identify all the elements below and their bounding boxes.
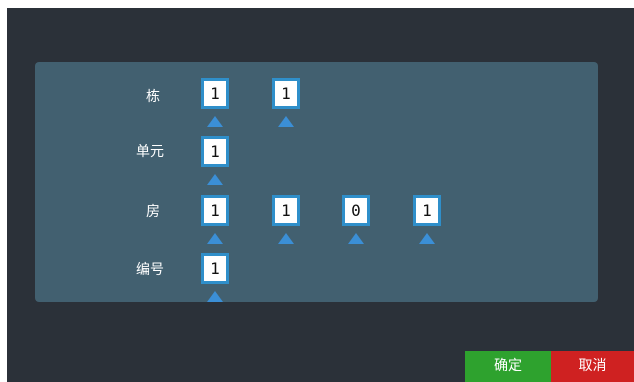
room-digit-3-increment-icon[interactable] — [348, 233, 364, 244]
building-digit-1[interactable]: 1 — [201, 78, 229, 109]
number-digit-1[interactable]: 1 — [201, 253, 229, 284]
building-digit-2[interactable]: 1 — [272, 78, 300, 109]
room-digit-3[interactable]: 0 — [342, 195, 370, 226]
building-label: 栋 — [146, 89, 160, 105]
building-digit-2-increment-icon[interactable] — [278, 116, 294, 127]
number-digit-1-increment-icon[interactable] — [207, 291, 223, 302]
unit-label: 单元 — [136, 144, 164, 160]
room-label: 房 — [146, 204, 160, 220]
building-digit-1-increment-icon[interactable] — [207, 116, 223, 127]
unit-digit-1[interactable]: 1 — [201, 136, 229, 167]
number-label: 编号 — [136, 262, 164, 278]
unit-digit-1-increment-icon[interactable] — [207, 174, 223, 185]
room-digit-4[interactable]: 1 — [413, 195, 441, 226]
cancel-button[interactable]: 取消 — [551, 351, 634, 382]
room-digit-4-increment-icon[interactable] — [419, 233, 435, 244]
room-digit-1-increment-icon[interactable] — [207, 233, 223, 244]
confirm-button[interactable]: 确定 — [465, 351, 551, 382]
room-digit-2-increment-icon[interactable] — [278, 233, 294, 244]
room-digit-1[interactable]: 1 — [201, 195, 229, 226]
address-input-panel — [35, 62, 598, 302]
room-digit-2[interactable]: 1 — [272, 195, 300, 226]
